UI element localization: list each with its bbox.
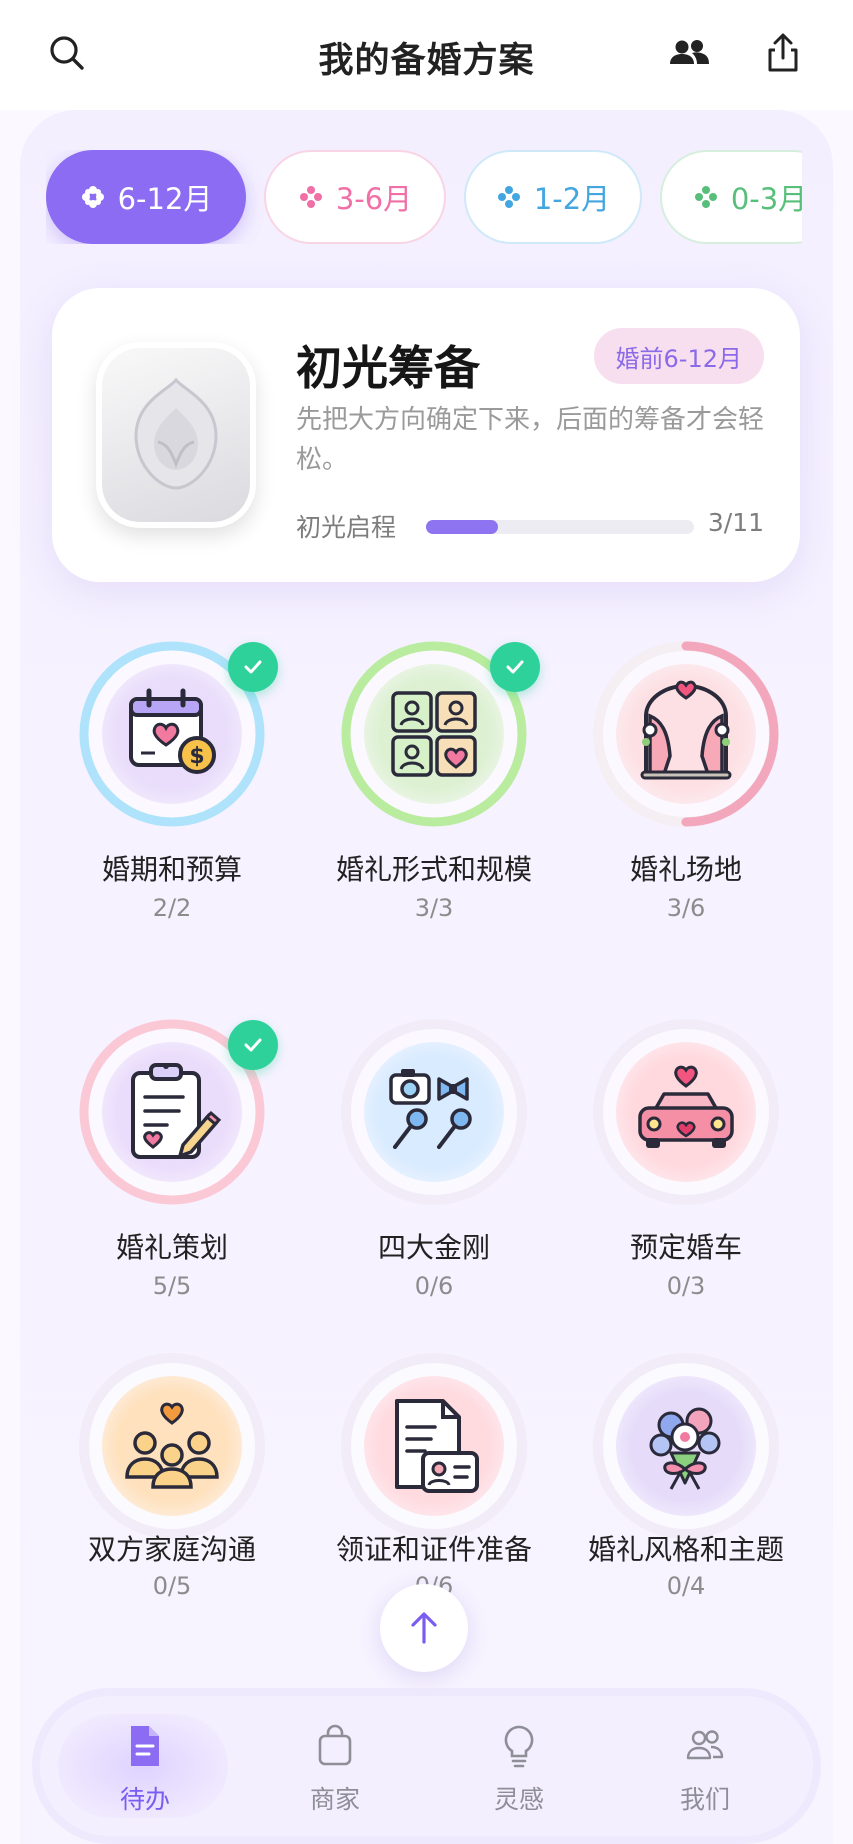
share-icon[interactable] [760, 30, 806, 76]
page-title: 我的备婚方案 [318, 41, 535, 81]
task-name: 婚礼风格和主题 [587, 1533, 784, 1566]
task-item[interactable]: 预定婚车 0/3 [566, 1014, 806, 1304]
task-count: 3/3 [414, 894, 454, 922]
guest-grid-icon [364, 664, 504, 804]
flower-dots-icon [81, 186, 104, 208]
progress-fill [426, 520, 499, 534]
documents-icon [364, 1376, 504, 1516]
task-item[interactable]: $ 婚期和预算 2/2 [52, 636, 292, 926]
partner-icon[interactable] [666, 30, 712, 76]
task-item[interactable]: 双方家庭沟通 0/5 [52, 1348, 292, 1638]
people-icon [686, 1730, 724, 1760]
clipboard-plan-icon [102, 1042, 242, 1182]
shopping-bag-icon [318, 1724, 352, 1766]
nav-us[interactable]: 我们 [630, 1696, 780, 1836]
stage-chip-row[interactable]: 6-12月 3-6月 1-2月 0-3月 [46, 150, 802, 244]
bottom-nav: 待办 商家 灵感 我们 [40, 1696, 813, 1836]
nav-label: 待办 [119, 1785, 170, 1814]
task-count: 2/2 [152, 894, 192, 922]
flower-dots-icon [299, 186, 322, 208]
wedding-arch-icon [616, 664, 756, 804]
task-name: 双方家庭沟通 [87, 1533, 256, 1566]
scroll-top-button[interactable] [380, 1584, 468, 1672]
nav-todo[interactable]: 待办 [70, 1696, 220, 1836]
task-count: 0/5 [152, 1572, 192, 1600]
bouquet-icon [616, 1376, 756, 1516]
lightbulb-icon [504, 1725, 534, 1768]
progress-track [426, 520, 694, 534]
task-item[interactable]: 婚礼风格和主题 0/4 [566, 1348, 806, 1638]
check-icon [490, 642, 540, 692]
nav-label: 我们 [679, 1785, 730, 1814]
nav-label: 商家 [309, 1785, 360, 1814]
chip-label: 0-3月 [730, 182, 802, 216]
chip-1-2[interactable]: 1-2月 [464, 150, 642, 244]
task-count: 3/6 [666, 894, 706, 922]
stage-title: 初光筹备 [296, 341, 480, 395]
stage-period-badge: 婚前6-12月 [593, 328, 764, 384]
chip-label: 1-2月 [533, 182, 611, 216]
todo-doc-icon [131, 1726, 159, 1766]
nav-label: 灵感 [493, 1785, 544, 1814]
task-item[interactable]: 四大金刚 0/6 [314, 1014, 554, 1304]
flower-dots-icon [497, 186, 520, 208]
family-icon [102, 1376, 242, 1516]
chip-6-12[interactable]: 6-12月 [46, 150, 246, 244]
task-name: 婚礼形式和规模 [335, 853, 532, 886]
arrow-up-icon [411, 1612, 437, 1644]
task-count: 0/6 [414, 1272, 454, 1300]
progress-label: 初光启程 [296, 513, 397, 542]
task-name: 领证和证件准备 [335, 1533, 532, 1566]
check-icon [228, 642, 278, 692]
task-count: 0/3 [666, 1272, 706, 1300]
progress-count: 3/11 [707, 508, 764, 537]
nav-inspiration[interactable]: 灵感 [444, 1696, 594, 1836]
task-item[interactable]: 婚礼策划 5/5 [52, 1014, 292, 1304]
check-icon [228, 1020, 278, 1070]
nav-merchants[interactable]: 商家 [260, 1696, 410, 1836]
task-name: 预定婚车 [629, 1231, 742, 1264]
chip-label: 6-12月 [117, 182, 213, 216]
task-name: 婚礼策划 [115, 1231, 228, 1264]
top-header: 我的备婚方案 [0, 0, 853, 110]
stage-badge-icon [96, 342, 256, 528]
chip-0-3[interactable]: 0-3月 [660, 150, 802, 244]
task-count: 5/5 [152, 1272, 192, 1300]
calendar-budget-icon: $ [102, 664, 242, 804]
task-name: 婚礼场地 [629, 853, 742, 886]
camera-mic-icon [364, 1042, 504, 1182]
task-item[interactable]: 婚礼场地 3/6 [566, 636, 806, 926]
chip-3-6[interactable]: 3-6月 [264, 150, 446, 244]
stage-description: 先把大方向确定下来，后面的筹备才会轻松。 [296, 405, 765, 475]
task-count: 0/4 [666, 1572, 706, 1600]
wedding-car-icon [616, 1042, 756, 1182]
task-name: 婚期和预算 [101, 853, 242, 886]
stage-card[interactable]: 初光筹备 婚前6-12月 先把大方向确定下来，后面的筹备才会轻松。 初光启程 3… [52, 288, 800, 582]
chip-label: 3-6月 [335, 182, 413, 216]
task-name: 四大金刚 [377, 1231, 490, 1264]
svg-text:$: $ [189, 744, 204, 769]
flower-dots-icon [694, 186, 717, 208]
task-item[interactable]: 婚礼形式和规模 3/3 [314, 636, 554, 926]
